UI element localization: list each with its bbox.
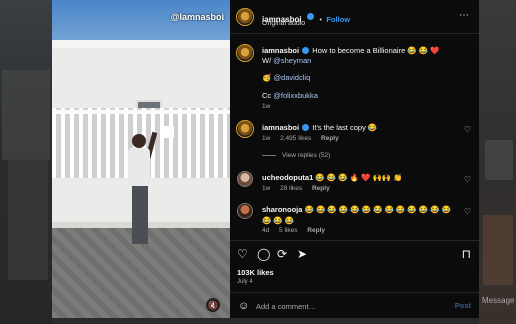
caption-with-prefix: W/: [262, 56, 272, 65]
background-left: [0, 0, 52, 324]
caption-text: How to become a Billionaire 😂 😂 ❤️: [312, 46, 440, 55]
comment-meta: 4d 5 likes Reply: [262, 227, 333, 234]
reply-button[interactable]: Reply: [307, 227, 325, 234]
comment-username[interactable]: sharonooja: [262, 205, 302, 214]
commenter-avatar[interactable]: [237, 171, 253, 187]
add-comment-row: ☺ Post: [230, 292, 479, 318]
media-person-legs: [132, 186, 148, 244]
mention-sheyman[interactable]: @sheyman: [273, 56, 311, 65]
background-shape: [485, 140, 513, 180]
messages-tab[interactable]: Message: [482, 296, 514, 305]
mention-folixxbukka[interactable]: @folixxbukka: [273, 91, 318, 100]
background-shape: [8, 160, 48, 280]
post-header: iamnasboi • Follow Original audio ⋯: [230, 0, 479, 34]
caption-line-4: Cc @folixxbukka: [262, 90, 456, 101]
comment-username[interactable]: iamnasboi: [262, 123, 299, 132]
caption-username[interactable]: iamnasboi: [262, 46, 299, 55]
post-detail-panel: iamnasboi • Follow Original audio ⋯ iamn…: [230, 0, 479, 318]
author-avatar[interactable]: [236, 8, 254, 26]
save-icon[interactable]: ⊓: [462, 248, 471, 260]
post-media[interactable]: @lamnasboi 🔇: [52, 0, 230, 318]
comment-text-line: ucheodoputa1 😂 😂 😂 🔥 ❤️ 🙌🙌 👏: [262, 172, 456, 183]
caption-cc: Cc: [262, 91, 272, 100]
comment-time: 1w: [262, 185, 271, 192]
emoji-icon[interactable]: ☺: [238, 300, 249, 312]
media-watermark: @lamnasboi: [170, 12, 224, 22]
like-comment-icon[interactable]: ♡: [464, 125, 471, 134]
follow-button[interactable]: Follow: [326, 15, 350, 24]
media-person-head: [132, 134, 146, 148]
add-comment-input[interactable]: [256, 300, 426, 312]
comment-username[interactable]: ucheodoputa1: [262, 173, 313, 182]
comment-meta: 1w 2,495 likes Reply: [262, 135, 347, 142]
background-shape: [2, 70, 50, 160]
post-comment-button[interactable]: Post: [455, 301, 471, 310]
comment-text: It's the last copy 😂: [312, 123, 378, 132]
caption-meta: 1w: [262, 103, 278, 110]
comment-text: 😂 😂 😂 🔥 ❤️ 🙌🙌 👏: [315, 173, 403, 182]
media-paper: [164, 126, 174, 138]
caption-emoji: 🥳: [262, 73, 272, 82]
verified-icon: [302, 123, 310, 131]
comment-likes[interactable]: 2,495 likes: [280, 135, 311, 142]
comment-text-line: sharonooja 😂 😂 😂 😂 😂 😂 😂 😂 😂 😂 😂 😂 😂 😂 😂…: [262, 204, 456, 226]
reply-button[interactable]: Reply: [312, 185, 330, 192]
commenter-avatar[interactable]: [237, 203, 253, 219]
caption-avatar[interactable]: [236, 44, 254, 62]
more-options-icon[interactable]: ⋯: [459, 10, 469, 21]
media-fence-rail: [52, 110, 230, 114]
comment-meta: 1w 28 likes Reply: [262, 185, 338, 192]
mute-icon[interactable]: 🔇: [206, 298, 220, 312]
comment-time: 4d: [262, 227, 270, 234]
verified-icon: [307, 13, 315, 21]
commenter-avatar[interactable]: [236, 120, 254, 138]
reply-button[interactable]: Reply: [321, 135, 339, 142]
caption-line-3: 🥳 @davidcliq: [262, 72, 456, 83]
replies-line: [262, 154, 276, 156]
background-shape: [483, 215, 513, 285]
repost-icon[interactable]: ⟳: [277, 248, 287, 260]
mention-davidcliq[interactable]: @davidcliq: [273, 73, 310, 82]
like-icon[interactable]: ♡: [237, 248, 248, 260]
caption-time: 1w: [262, 103, 271, 110]
share-icon[interactable]: ➤: [297, 248, 307, 260]
view-replies-button[interactable]: View replies (52): [262, 152, 330, 159]
comment-icon[interactable]: ◯: [257, 248, 270, 260]
action-bar: ♡ ◯ ⟳ ➤ ⊓: [230, 240, 479, 260]
background-right: [479, 0, 516, 324]
comment-likes[interactable]: 28 likes: [280, 185, 302, 192]
post-date: July 4: [237, 279, 253, 285]
separator-dot: •: [319, 17, 322, 24]
audio-label[interactable]: Original audio: [262, 20, 305, 27]
view-replies-label: View replies (52): [282, 152, 331, 159]
like-comment-icon[interactable]: ♡: [464, 207, 471, 216]
comment-text-line: iamnasboi It's the last copy 😂: [262, 122, 456, 133]
like-comment-icon[interactable]: ♡: [464, 175, 471, 184]
likes-count[interactable]: 103K likes: [237, 268, 274, 277]
caption-line-2: W/ @sheyman: [262, 55, 456, 66]
comment-likes[interactable]: 5 likes: [279, 227, 297, 234]
verified-icon: [302, 46, 310, 54]
media-person-body: [128, 148, 150, 186]
comment-time: 1w: [262, 135, 271, 142]
